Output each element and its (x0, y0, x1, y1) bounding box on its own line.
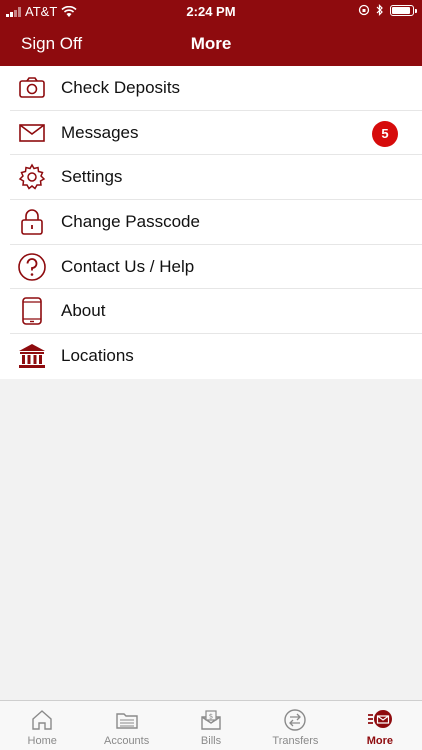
tab-bills[interactable]: $ Bills (169, 701, 253, 750)
phone-icon (16, 295, 48, 327)
tab-label: Home (27, 735, 57, 747)
gear-icon (16, 161, 48, 193)
menu-item-settings[interactable]: Settings (10, 155, 422, 201)
menu-item-label: Messages (61, 122, 139, 142)
page-title: More (190, 34, 232, 53)
transfers-icon (284, 709, 307, 731)
menu-item-label: Locations (61, 346, 134, 366)
orientation-lock-icon (358, 4, 370, 16)
accounts-icon (115, 713, 138, 729)
tab-home[interactable]: Home (0, 701, 84, 750)
messages-count-badge: 5 (372, 120, 398, 147)
menu-item-contact-help[interactable]: Contact Us / Help (10, 245, 422, 290)
menu-item-label: About (61, 301, 106, 321)
camera-icon (16, 72, 48, 104)
lock-icon (16, 206, 48, 238)
menu-item-change-passcode[interactable]: Change Passcode (10, 200, 422, 245)
tab-label: Accounts (103, 735, 150, 747)
more-menu: Check Deposits Messages 5 Settings Chang… (0, 66, 422, 379)
menu-item-label: Settings (61, 167, 123, 187)
menu-item-check-deposits[interactable]: Check Deposits (10, 66, 422, 111)
tab-label: More (366, 735, 393, 747)
nav-bar: Sign Off More (0, 22, 422, 66)
menu-item-label: Check Deposits (61, 77, 181, 97)
tab-bar: Home Accounts $ Bills Transfers More (0, 700, 422, 750)
status-bar: AT&T 2:24 PM (0, 0, 422, 22)
tab-transfers[interactable]: Transfers (253, 701, 337, 750)
envelope-icon (16, 117, 48, 149)
tab-label: Transfers (272, 735, 319, 747)
bluetooth-icon (376, 4, 383, 16)
tab-more[interactable]: More (338, 701, 422, 750)
tab-label: Bills (200, 735, 222, 747)
bills-icon: $ (201, 710, 221, 730)
menu-item-label: Contact Us / Help (61, 256, 195, 276)
battery-icon (390, 4, 417, 16)
bank-icon (16, 340, 48, 372)
menu-item-locations[interactable]: Locations (10, 334, 422, 379)
menu-item-about[interactable]: About (10, 289, 422, 335)
home-icon (32, 710, 52, 730)
tab-accounts[interactable]: Accounts (84, 701, 168, 750)
svg-text:$: $ (209, 713, 213, 721)
status-icons (358, 4, 417, 16)
more-icon (367, 710, 392, 728)
menu-item-label: Change Passcode (61, 211, 200, 231)
menu-item-messages[interactable]: Messages 5 (10, 111, 422, 156)
help-icon (16, 251, 48, 283)
